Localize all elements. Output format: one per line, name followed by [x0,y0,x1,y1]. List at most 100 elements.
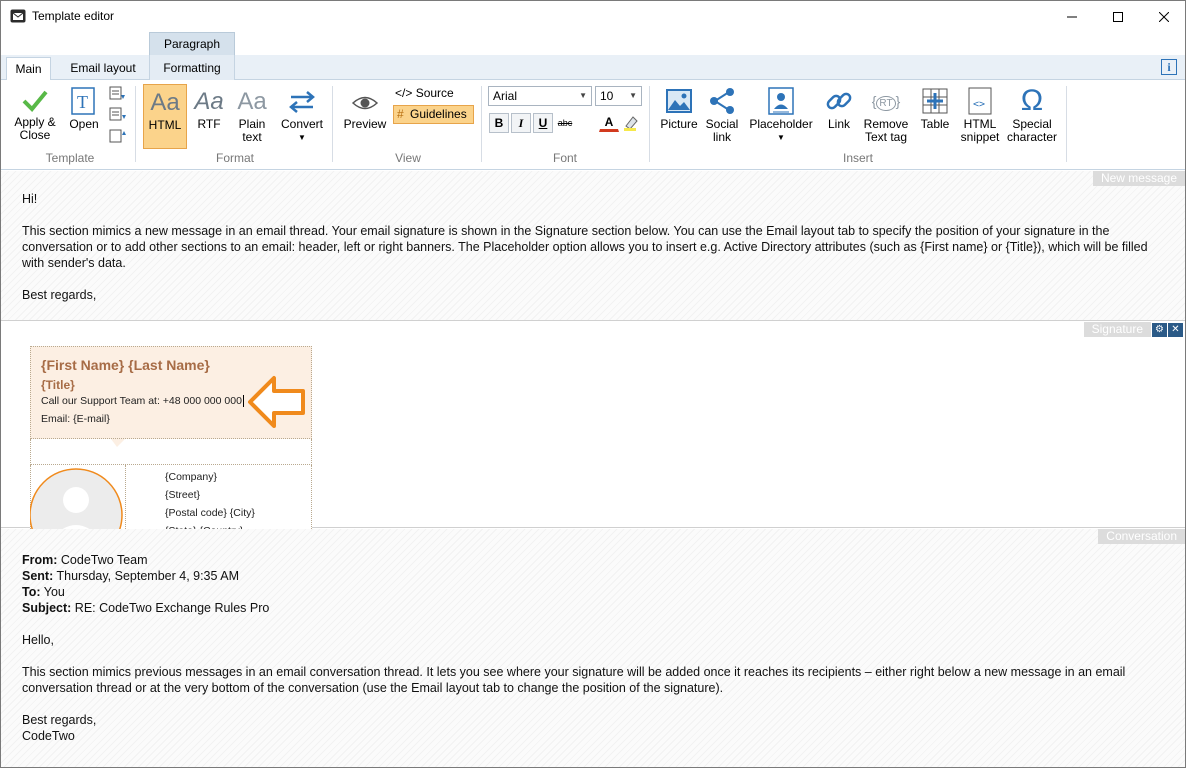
info-button[interactable]: i [1161,59,1177,75]
ribbon: Apply & Close T Open Template Aa HTML Aa… [1,80,1185,170]
share-icon [710,88,734,114]
conversation-closing: Best regards, [22,713,97,727]
eye-icon [351,96,379,110]
title-bar: Template editor [1,1,1185,32]
new-message-tag: New message [1092,171,1185,186]
source-button[interactable]: </> Source [395,86,454,100]
signature-name: {First Name} {Last Name} [41,357,210,373]
apply-close-button[interactable]: Apply & Close [9,86,61,142]
table-label: Table [920,117,950,131]
minimize-icon [1067,16,1077,17]
html-snippet-button[interactable]: <> HTML snippet [957,86,1003,144]
group-label-insert: Insert [842,151,873,165]
table-button[interactable]: Table [915,86,955,131]
signature-remove-close-icon[interactable]: ✕ [1168,323,1183,337]
close-button[interactable] [1141,1,1185,32]
convert-arrows-icon [289,91,315,113]
tab-main[interactable]: Main [6,57,51,81]
signature-postal-city: {Postal code} {City} [165,507,255,519]
font-size-value: 10 [600,89,614,103]
template-editor-window: Template editor Paragraph Main Email lay… [0,0,1186,768]
convert-label: Convert [280,117,324,131]
conversation-section[interactable]: Conversation From: CodeTwo Team Sent: Th… [1,529,1185,767]
new-message-paragraph: This section mimics a new message in an … [22,224,1148,270]
tab-email-layout[interactable]: Email layout [61,57,145,81]
highlighter-icon[interactable] [621,113,641,133]
minimize-button[interactable] [1049,1,1095,32]
remove-text-tag-label-2: Text tag [864,130,908,144]
omega-icon: Ω [1020,84,1044,117]
preview-label: Preview [343,117,387,131]
open-label: Open [69,117,99,131]
placeholder-dropdown-icon: ▼ [777,133,785,142]
html-format-button[interactable]: Aa HTML [143,84,187,149]
placeholder-button[interactable]: Placeholder ▼ [747,86,815,144]
plain-text-format-button[interactable]: Aa Plain text [232,88,272,144]
apply-close-label-2: Close [19,128,51,142]
chevron-down-icon: ▼ [579,91,587,100]
convert-button[interactable]: Convert ▼ [276,88,328,144]
greeting-text: Hi! [22,192,38,206]
link-label: Link [827,117,850,131]
group-label-template: Template [45,151,95,165]
guidelines-button[interactable]: # Guidelines [393,105,474,124]
signature-template[interactable]: {First Name} {Last Name} {Title} Call ou… [30,346,312,529]
speech-tail-shape [111,439,125,447]
special-character-button[interactable]: Ω Special character [1005,86,1059,144]
group-label-view: View [395,151,421,165]
signature-support-line[interactable]: Call our Support Team at: +48 000 000 00… [41,395,244,407]
paragraph-context-group: Paragraph [149,32,235,55]
maximize-icon [1113,11,1123,22]
maximize-button[interactable] [1095,1,1141,32]
plain-text-label-2: text [242,130,262,144]
signature-email-line: Email: {E-mail} [41,413,110,425]
special-character-label-2: character [1006,130,1058,144]
conversation-hello: Hello, [22,633,54,647]
conversation-body: From: CodeTwo Team Sent: Thursday, Septe… [22,552,1157,744]
user-placeholder-icon [768,87,794,115]
group-label-font: Font [552,151,577,165]
font-family-select[interactable]: Arial ▼ [488,86,592,106]
tab-formatting[interactable]: Formatting [149,55,235,80]
ribbon-separator [481,86,482,162]
aa-rtf-icon: Aa [194,88,224,115]
signature-settings-gear-icon[interactable]: ⚙ [1152,323,1167,337]
italic-button[interactable]: I [511,113,531,133]
ribbon-separator [135,86,136,162]
preview-button[interactable]: Preview [341,90,389,131]
checkmark-icon [22,90,48,112]
new-message-section[interactable]: New message Hi! This section mimics a ne… [1,171,1185,321]
underline-button[interactable]: U [533,113,553,133]
ribbon-tabs: Main Email layout Formatting i [1,55,1185,81]
signature-column-divider [125,465,126,529]
subject-line: Subject: RE: CodeTwo Exchange Rules Pro [22,601,270,615]
rtf-format-button[interactable]: Aa RTF [190,88,228,131]
picture-label: Picture [660,117,698,131]
conversation-signoff: CodeTwo [22,729,75,743]
picture-button[interactable]: Picture [657,86,701,131]
social-link-button[interactable]: Social link [703,86,741,144]
closing-text: Best regards, [22,288,97,302]
font-size-select[interactable]: 10 ▼ [595,86,642,106]
aa-plain-icon: Aa [237,88,267,115]
bold-button[interactable]: B [489,113,509,133]
font-color-button[interactable]: A [599,112,619,132]
code-snippet-icon: <> [968,87,992,115]
social-link-label-2: link [712,130,731,144]
import-template-icon[interactable] [109,107,127,123]
strikethrough-button[interactable]: abc [555,113,575,133]
pointer-arrow-icon [248,376,305,428]
signature-section[interactable]: Signature ⚙ ✕ {First Name} {Last Name} {… [1,322,1185,529]
remove-text-tag-button[interactable]: {RT} Remove Text tag [861,86,911,144]
svg-text:T: T [77,92,88,112]
link-button[interactable]: Link [819,86,859,131]
sent-line: Sent: Thursday, September 4, 9:35 AM [22,569,239,583]
export-template-icon[interactable] [109,127,127,143]
placeholder-label: Placeholder [749,117,813,131]
app-envelope-icon [10,9,26,23]
signature-spacer-block [30,439,312,465]
source-code-icon: </> [395,86,413,100]
html-snippet-label-2: snippet [960,130,1000,144]
open-button[interactable]: T Open [65,86,103,131]
save-template-icon[interactable] [109,86,127,102]
